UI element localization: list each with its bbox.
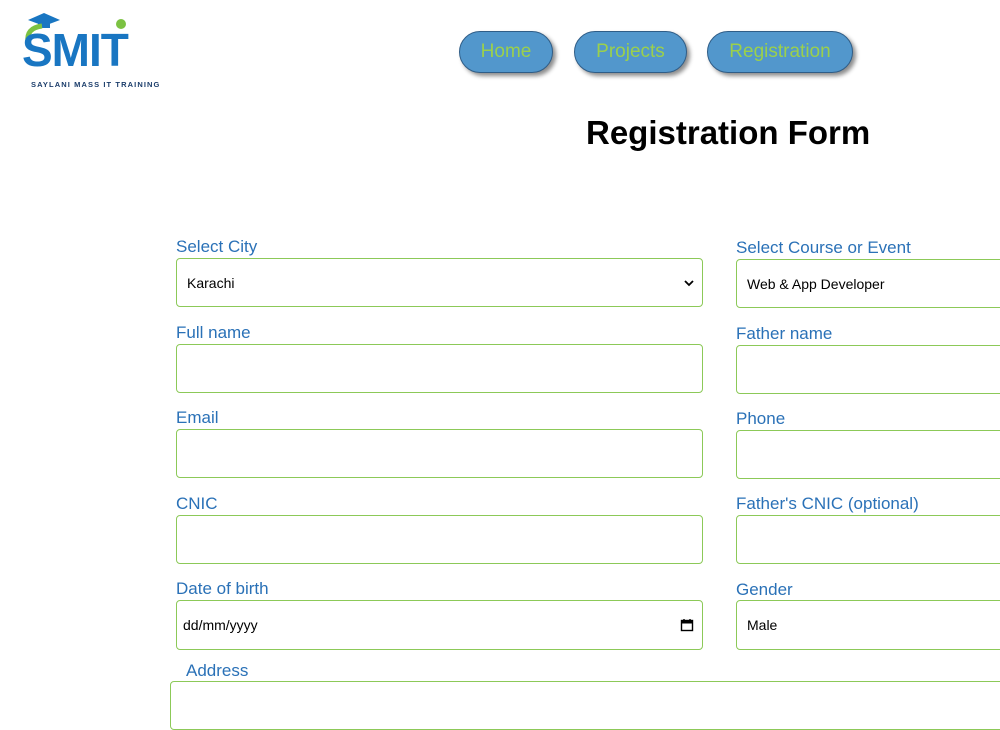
course-select[interactable]: Web & App Developer xyxy=(736,259,1000,308)
phone-input[interactable] xyxy=(736,430,1000,479)
email-label: Email xyxy=(176,408,219,427)
calendar-icon[interactable] xyxy=(680,618,694,632)
phone-label: Phone xyxy=(736,409,786,428)
city-select[interactable]: Karachi xyxy=(176,258,703,307)
gender-select-value: Male xyxy=(747,617,778,633)
smit-logo[interactable]: SMIT SAYLANI MASS IT TRAINING xyxy=(20,10,170,90)
nav-projects-button[interactable]: Projects xyxy=(574,31,687,73)
course-select-value: Web & App Developer xyxy=(747,275,885,292)
father-name-label: Father name xyxy=(736,324,833,343)
full-name-label: Full name xyxy=(176,323,251,342)
page-title: Registration Form xyxy=(586,114,871,151)
gender-label: Gender xyxy=(736,580,793,599)
address-label: Address xyxy=(186,661,249,680)
chevron-down-icon xyxy=(684,280,694,287)
dob-placeholder: dd/mm/yyyy xyxy=(183,617,258,633)
address-input[interactable] xyxy=(170,681,1000,730)
father-cnic-input[interactable] xyxy=(736,515,1000,564)
city-label: Select City xyxy=(176,237,258,256)
course-label: Select Course or Event xyxy=(736,238,911,257)
city-select-value: Karachi xyxy=(187,274,235,291)
full-name-input[interactable] xyxy=(176,344,703,393)
dob-label: Date of birth xyxy=(176,579,269,598)
logo-tagline: SAYLANI MASS IT TRAINING xyxy=(31,80,161,89)
cnic-input[interactable] xyxy=(176,515,703,564)
nav-home-button[interactable]: Home xyxy=(459,31,553,73)
nav-registration-button[interactable]: Registration xyxy=(707,31,853,73)
father-name-input[interactable] xyxy=(736,345,1000,394)
cnic-label: CNIC xyxy=(176,494,218,513)
email-input[interactable] xyxy=(176,429,703,478)
dob-input[interactable]: dd/mm/yyyy xyxy=(176,600,703,650)
gender-select[interactable]: Male xyxy=(736,600,1000,650)
logo-wordmark: SMIT xyxy=(22,24,129,76)
father-cnic-label: Father's CNIC (optional) xyxy=(736,494,919,513)
